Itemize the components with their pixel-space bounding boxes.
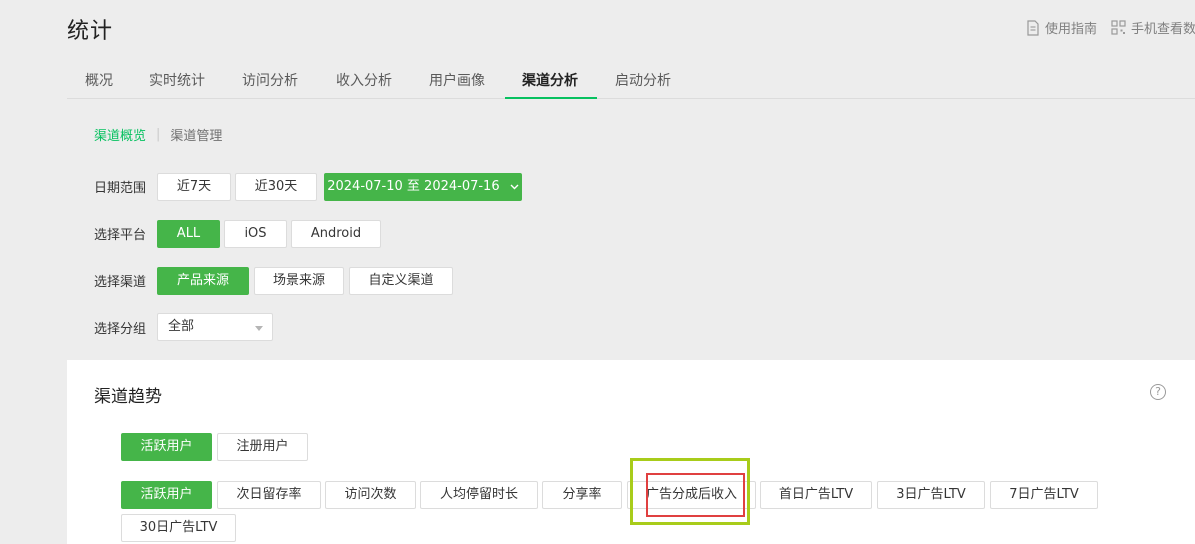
- channel-scene-source-button[interactable]: 场景来源: [254, 267, 344, 295]
- group-label: 选择分组: [94, 322, 147, 337]
- subnav-channel-manage[interactable]: 渠道管理: [170, 125, 222, 144]
- tab-revenue-analysis[interactable]: 收入分析: [336, 70, 392, 90]
- metric-first-day-ad-ltv-button[interactable]: 首日广告LTV: [760, 481, 872, 509]
- caret-down-icon: [255, 326, 263, 331]
- metric-3day-ad-ltv-button[interactable]: 3日广告LTV: [877, 481, 985, 509]
- main-tabs: 概况 实时统计 访问分析 收入分析 用户画像 渠道分析 启动分析: [67, 62, 1195, 99]
- channel-trend-card: 渠道趋势 ? 活跃用户 注册用户 活跃用户 次日留存率 访问次数 人均停留时长 …: [67, 360, 1195, 544]
- metric-7day-ad-ltv-button[interactable]: 7日广告LTV: [990, 481, 1098, 509]
- date-last-30-button[interactable]: 近30天: [235, 173, 317, 201]
- date-range-value: 2024-07-10 至 2024-07-16: [327, 179, 500, 194]
- channel-custom-button[interactable]: 自定义渠道: [349, 267, 453, 295]
- tab-user-profile[interactable]: 用户画像: [429, 70, 485, 90]
- top-right-links: 使用指南 手机查看数: [1026, 18, 1195, 37]
- tab-channel-analysis[interactable]: 渠道分析: [522, 70, 578, 90]
- card-title: 渠道趋势: [94, 387, 162, 407]
- subnav: 渠道概览 | 渠道管理: [94, 125, 222, 144]
- subnav-channel-overview[interactable]: 渠道概览: [94, 125, 146, 144]
- tab-visit-analysis[interactable]: 访问分析: [242, 70, 298, 90]
- tab-launch-analysis[interactable]: 启动分析: [615, 70, 671, 90]
- chevron-down-icon: [510, 184, 519, 189]
- date-range-label: 日期范围: [94, 181, 147, 196]
- user-type-registered-button[interactable]: 注册用户: [217, 433, 308, 461]
- document-icon: [1027, 19, 1039, 36]
- metric-visit-count-button[interactable]: 访问次数: [325, 481, 416, 509]
- tab-realtime[interactable]: 实时统计: [149, 70, 205, 90]
- user-type-active-button[interactable]: 活跃用户: [121, 433, 212, 461]
- metric-next-day-retention-button[interactable]: 次日留存率: [217, 481, 321, 509]
- platform-label: 选择平台: [94, 228, 147, 243]
- qrcode-icon: [1111, 20, 1126, 35]
- platform-all-button[interactable]: ALL: [157, 220, 220, 248]
- help-icon[interactable]: ?: [1150, 384, 1166, 400]
- page-title: 统计: [67, 19, 114, 44]
- mobile-view-link[interactable]: 手机查看数: [1111, 18, 1195, 37]
- metric-share-rate-button[interactable]: 分享率: [542, 481, 622, 509]
- mobile-view-label: 手机查看数: [1131, 22, 1195, 37]
- subnav-divider: |: [156, 127, 161, 142]
- platform-android-button[interactable]: Android: [291, 220, 381, 248]
- date-last-7-button[interactable]: 近7天: [157, 173, 231, 201]
- group-select[interactable]: 全部: [157, 313, 273, 341]
- metric-30day-ad-ltv-button[interactable]: 30日广告LTV: [121, 514, 236, 542]
- channel-product-source-button[interactable]: 产品来源: [157, 267, 249, 295]
- metric-avg-stay-button[interactable]: 人均停留时长: [420, 481, 538, 509]
- group-select-value: 全部: [168, 319, 195, 334]
- metric-active-users-button[interactable]: 活跃用户: [121, 481, 212, 509]
- platform-ios-button[interactable]: iOS: [224, 220, 287, 248]
- channel-label: 选择渠道: [94, 275, 147, 290]
- active-tab-underline: [505, 97, 597, 99]
- metric-ad-revenue-button[interactable]: 广告分成后收入: [627, 481, 756, 509]
- tab-overview[interactable]: 概况: [85, 70, 113, 90]
- guide-link-label: 使用指南: [1045, 22, 1098, 37]
- guide-link[interactable]: 使用指南: [1026, 18, 1097, 37]
- date-range-picker[interactable]: 2024-07-10 至 2024-07-16: [324, 173, 522, 201]
